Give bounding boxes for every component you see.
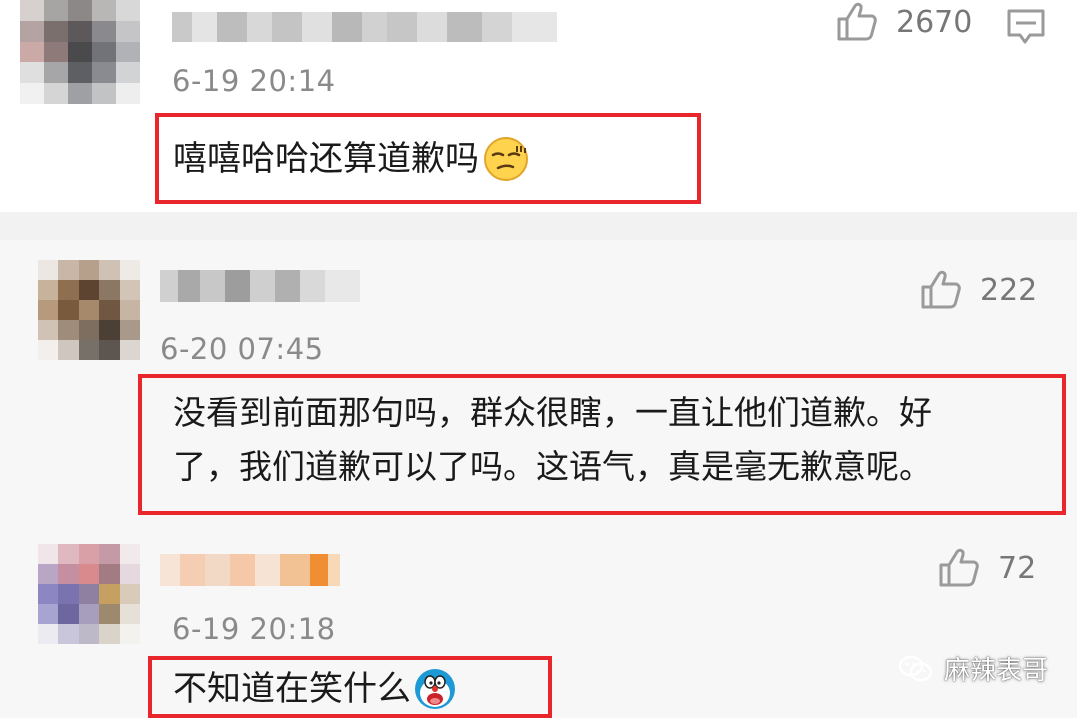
thumbs-up-icon	[837, 2, 877, 41]
comment-text: 不知道在笑什么	[173, 662, 457, 716]
like-count: 2670	[896, 4, 973, 40]
reply-comment-icon[interactable]	[1006, 8, 1046, 46]
comment-time: 6-20 07:45	[160, 332, 324, 366]
comment-item: 6-19 20:14 2670 嘻嘻哈哈还算道歉吗	[0, 0, 1077, 212]
comment-item: 6-19 20:18 72 不知道在笑什么	[0, 540, 1077, 718]
comment-item: 6-20 07:45 222 没看到前面那句吗，群众很瞎，一直让他们道歉。好 了…	[0, 240, 1077, 540]
like-button[interactable]: 2670	[836, 2, 972, 42]
avatar[interactable]	[20, 0, 140, 104]
like-count: 72	[998, 550, 1037, 586]
like-button[interactable]: 222	[920, 270, 1037, 310]
comment-time: 6-19 20:18	[172, 612, 336, 646]
comment-text: 嘻嘻哈哈还算道歉吗	[173, 132, 529, 186]
thumbs-up-icon	[939, 548, 979, 587]
doraemon-emoji-icon	[415, 669, 455, 709]
section-divider	[0, 212, 1077, 240]
watermark: 麻辣表哥	[898, 650, 1048, 687]
like-count: 222	[980, 272, 1038, 308]
wechat-icon	[898, 655, 933, 681]
username-blurred[interactable]	[160, 554, 340, 586]
smirk-emoji-icon	[484, 137, 528, 181]
comment-time: 6-19 20:14	[172, 64, 336, 98]
username-blurred[interactable]	[172, 12, 557, 42]
watermark-text: 麻辣表哥	[944, 656, 1049, 686]
thumbs-up-icon	[921, 270, 961, 309]
username-blurred[interactable]	[160, 270, 360, 302]
comment-text: 没看到前面那句吗，群众很瞎，一直让他们道歉。好 了，我们道歉可以了吗。这语气，真…	[173, 393, 932, 486]
like-button[interactable]: 72	[938, 548, 1036, 588]
avatar[interactable]	[38, 544, 140, 644]
avatar[interactable]	[38, 260, 140, 360]
